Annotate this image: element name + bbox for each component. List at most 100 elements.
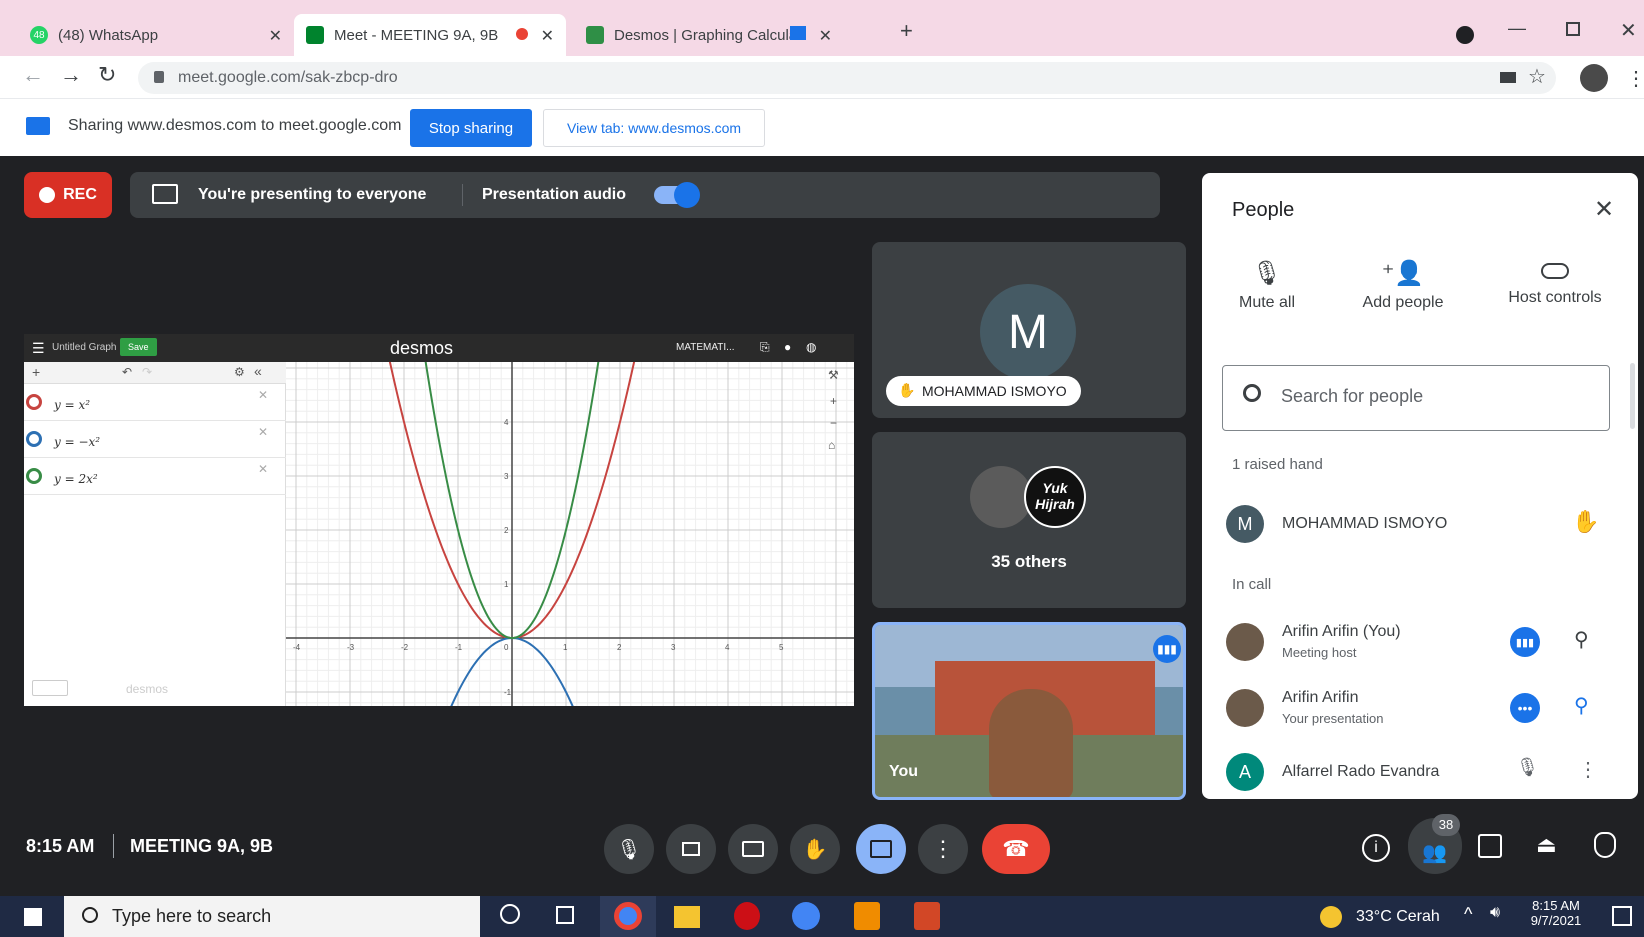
app-icon[interactable] (854, 902, 880, 930)
more-options-button[interactable]: ⋮ (918, 824, 968, 874)
settings-icon[interactable]: ⚙ (234, 365, 245, 379)
hamburger-icon[interactable]: ☰ (32, 340, 45, 357)
expression-color-icon[interactable] (26, 394, 42, 410)
expression-row[interactable]: y = −x² ✕ (24, 421, 286, 458)
tile-main-participant[interactable]: M ✋ MOHAMMAD ISMOYO (872, 242, 1186, 418)
pin-icon[interactable]: ⚲ (1574, 627, 1589, 652)
opera-icon[interactable] (734, 902, 760, 930)
expression-list: + ↶ ↷ ⚙ « y = x² ✕ y = −x² ✕ y = 2x² ✕ d… (24, 362, 286, 706)
x-tick-label: 4 (725, 643, 730, 652)
presentation-audio-toggle[interactable] (654, 182, 700, 208)
more-options-icon[interactable]: ••• (1510, 693, 1540, 723)
meeting-info-icon[interactable]: i (1362, 834, 1390, 862)
camera-button[interactable] (666, 824, 716, 874)
unpin-icon[interactable]: ⚲ (1574, 693, 1589, 718)
expression-row[interactable]: y = x² ✕ (24, 384, 286, 421)
people-button[interactable]: 👥 38 (1408, 814, 1462, 874)
star-icon[interactable]: ☆ (1528, 64, 1546, 89)
panel-scrollbar[interactable] (1630, 363, 1635, 429)
participant-row[interactable]: M MOHAMMAD ISMOYO ✋ (1226, 495, 1626, 551)
window-close-icon[interactable]: ✕ (1620, 18, 1637, 43)
add-expression-icon[interactable]: + (32, 364, 40, 380)
volume-icon[interactable]: 🔊︎ (1490, 904, 1500, 922)
delete-icon[interactable]: ✕ (258, 425, 268, 439)
task-view-icon[interactable] (556, 906, 574, 924)
tab-meet[interactable]: Meet - MEETING 9A, 9B ✕ (294, 14, 566, 56)
cortana-icon[interactable] (500, 904, 520, 924)
tray-chevron-icon[interactable]: ^ (1464, 904, 1472, 925)
back-icon[interactable]: ← (22, 62, 44, 88)
rec-button[interactable]: REC (24, 172, 112, 218)
taskbar-clock[interactable]: 8:15 AM 9/7/2021 (1526, 898, 1586, 928)
new-tab-button[interactable]: + (900, 18, 913, 44)
tile-self-video[interactable]: ▮▮▮ You (872, 622, 1186, 800)
participant-row[interactable]: A Alfarrel Rado Evandra 🎙︎ ⋮ (1226, 743, 1626, 799)
minimize-icon[interactable]: — (1508, 18, 1526, 39)
browser-menu-icon[interactable]: ⋮ (1626, 66, 1644, 91)
collapse-icon[interactable]: « (254, 363, 262, 379)
wrench-icon[interactable]: ⚒ (828, 368, 839, 382)
stop-sharing-button[interactable]: Stop sharing (410, 109, 532, 147)
taskbar-search[interactable]: Type here to search (64, 896, 480, 937)
present-button[interactable] (856, 824, 906, 874)
tab-desmos[interactable]: Desmos | Graphing Calculato ✕ (574, 14, 844, 56)
restore-icon[interactable] (1566, 22, 1580, 36)
folder-label[interactable]: MATEMATI... (676, 342, 735, 353)
taskbar-search-placeholder: Type here to search (112, 906, 272, 926)
people-count-badge: 38 (1432, 814, 1460, 836)
host-controls-button[interactable]: Host controls (1482, 259, 1628, 307)
notifications-icon[interactable] (1612, 906, 1632, 926)
windows-start-icon[interactable] (24, 908, 42, 926)
globe-icon[interactable]: ◍ (806, 340, 816, 354)
search-people-input[interactable]: Search for people (1222, 365, 1610, 431)
participant-row[interactable]: Arifin Arifin (You) Meeting host ▮▮▮ ⚲ (1226, 613, 1626, 669)
raise-hand-button[interactable]: ✋ (790, 824, 840, 874)
mute-all-button[interactable]: 🎙︎ Mute all (1212, 259, 1322, 312)
save-button[interactable]: Save (120, 338, 157, 356)
profile-avatar[interactable] (1580, 64, 1608, 92)
home-icon[interactable]: ⌂ (828, 438, 835, 452)
delete-icon[interactable]: ✕ (258, 388, 268, 402)
zoom-in-icon[interactable]: + (830, 394, 837, 408)
participant-row[interactable]: Arifin Arifin Your presentation ••• ⚲ (1226, 679, 1626, 735)
redo-icon[interactable]: ↷ (142, 365, 152, 379)
file-explorer-icon[interactable] (674, 906, 700, 928)
help-icon[interactable]: ● (784, 340, 791, 354)
activities-icon[interactable]: ⏏ (1536, 832, 1557, 858)
zoom-out-icon[interactable]: − (830, 416, 837, 430)
expression-color-icon[interactable] (26, 431, 42, 447)
safety-icon[interactable] (1594, 832, 1616, 858)
add-people-button[interactable]: ⁺👤 Add people (1338, 259, 1468, 312)
expression-row[interactable]: y = 2x² ✕ (24, 458, 286, 495)
more-options-icon[interactable]: ⋮ (1578, 757, 1598, 782)
tab-search-icon[interactable] (1456, 26, 1474, 44)
tab-whatsapp[interactable]: 48 (48) WhatsApp ✕ (18, 14, 294, 56)
undo-icon[interactable]: ↶ (122, 365, 132, 379)
raised-hand-icon[interactable]: ✋ (1572, 509, 1599, 535)
close-icon[interactable]: ✕ (269, 26, 282, 46)
close-icon[interactable]: ✕ (541, 26, 554, 46)
chat-icon[interactable] (1478, 834, 1502, 858)
tab-label: (48) WhatsApp (58, 26, 159, 44)
leave-call-button[interactable]: ☎ (982, 824, 1050, 874)
expression-color-icon[interactable] (26, 468, 42, 484)
forward-icon[interactable]: → (60, 62, 82, 88)
mic-button[interactable]: 🎙︎ (604, 824, 654, 874)
view-tab-button[interactable]: View tab: www.desmos.com (543, 109, 765, 147)
weather-text[interactable]: 33°C Cerah (1356, 908, 1440, 926)
taskbar-chrome-active[interactable] (600, 896, 656, 937)
camera-icon[interactable] (1500, 72, 1516, 83)
keyboard-icon[interactable] (32, 680, 68, 696)
tile-others[interactable]: Yuk Hijrah 35 others (872, 432, 1186, 608)
address-bar[interactable]: meet.google.com/sak-zbcp-dro ☆ (138, 62, 1556, 94)
close-icon[interactable]: ✕ (819, 26, 832, 46)
delete-icon[interactable]: ✕ (258, 462, 268, 476)
captions-button[interactable] (728, 824, 778, 874)
share-icon[interactable]: ⎘ (760, 340, 770, 355)
chrome-alt-icon[interactable] (792, 902, 820, 930)
close-panel-icon[interactable]: ✕ (1594, 195, 1614, 224)
graph-canvas[interactable]: -4 -3 -2 -1 0 1 2 3 4 5 4 3 2 1 -1 (286, 362, 854, 706)
reload-icon[interactable]: ↻ (98, 62, 116, 88)
record-icon (39, 187, 56, 203)
powerpoint-icon[interactable] (914, 902, 940, 930)
